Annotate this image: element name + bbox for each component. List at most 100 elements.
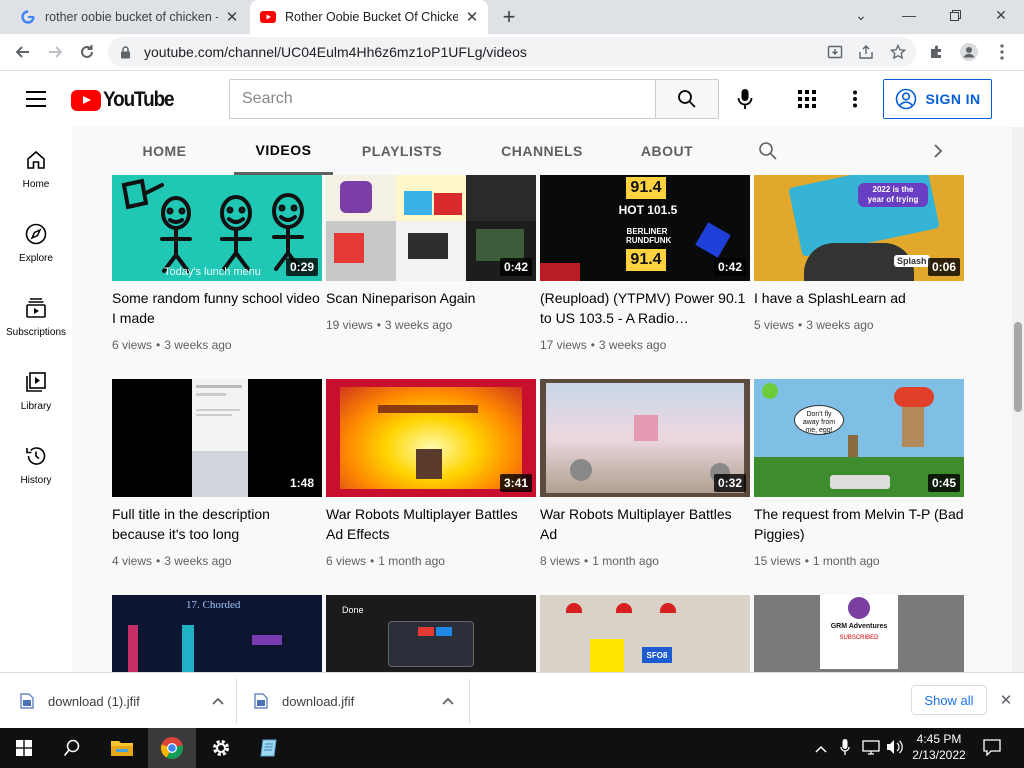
hamburger-menu-icon[interactable] xyxy=(26,91,46,107)
search-input[interactable]: Search xyxy=(229,79,656,119)
video-thumbnail[interactable]: 1:48 xyxy=(112,379,322,497)
lock-icon xyxy=(120,45,134,59)
restore-icon[interactable] xyxy=(932,0,978,30)
minimize-icon[interactable]: — xyxy=(886,0,932,30)
download-filename: download.jfif xyxy=(282,693,355,709)
notepad-app-icon[interactable] xyxy=(245,728,293,768)
tab-search-chevron-icon[interactable]: ⌄ xyxy=(838,0,884,30)
browser-menu-kebab-icon[interactable] xyxy=(993,43,1011,61)
video-age: 1 month ago xyxy=(592,554,659,568)
voice-search-mic-icon[interactable] xyxy=(733,87,757,111)
reload-icon[interactable] xyxy=(75,40,99,64)
sidebar-item-library[interactable]: Library xyxy=(0,355,72,429)
settings-kebab-icon[interactable] xyxy=(843,87,867,111)
share-icon[interactable] xyxy=(857,43,875,61)
scrollbar-thumb[interactable] xyxy=(1014,322,1022,412)
new-tab-button[interactable]: + xyxy=(497,4,521,29)
chevron-right-icon[interactable] xyxy=(928,127,948,175)
page-scrollbar[interactable] xyxy=(1012,127,1024,672)
address-bar[interactable]: youtube.com/channel/UC04Eulm4Hh6z6mz1oP1… xyxy=(108,37,916,67)
youtube-logo[interactable]: YouTube xyxy=(71,88,181,112)
video-meta: 15 views • 1 month ago xyxy=(754,554,880,568)
sidebar-item-history[interactable]: History xyxy=(0,429,72,503)
video-duration: 0:42 xyxy=(499,258,532,276)
video-views: 19 views xyxy=(326,318,373,332)
videos-grid: Today's lunch menu 0:29 Some random funn… xyxy=(72,175,1012,672)
install-app-icon[interactable] xyxy=(826,43,844,61)
video-age: 3 weeks ago xyxy=(806,318,874,332)
tab-close-icon[interactable]: ✕ xyxy=(464,9,480,26)
channel-search-icon[interactable] xyxy=(754,127,782,175)
browser-tab-youtube[interactable]: Rother Oobie Bucket Of Chicken ✕ xyxy=(250,0,488,34)
video-thumbnail[interactable]: 2022 is the year of trying Splash 0:06 xyxy=(754,175,964,281)
video-title[interactable]: Some random funny school video I made xyxy=(112,288,322,328)
video-title[interactable]: The request from Melvin T-P (Bad Piggies… xyxy=(754,504,964,544)
tab-videos[interactable]: VIDEOS xyxy=(234,127,333,175)
close-downloads-bar-icon[interactable]: ✕ xyxy=(998,692,1014,709)
sidebar-item-label: History xyxy=(20,475,52,486)
video-title[interactable]: Full title in the description because it… xyxy=(112,504,322,544)
youtube-apps-grid-icon[interactable] xyxy=(796,88,818,110)
video-thumbnail[interactable]: 3:41 xyxy=(326,379,536,497)
profile-avatar-icon[interactable] xyxy=(960,43,978,61)
download-item[interactable]: download.jfif xyxy=(254,681,466,721)
account-circle-icon xyxy=(895,88,916,110)
video-duration: 0:06 xyxy=(927,258,960,276)
tab-playlists[interactable]: PLAYLISTS xyxy=(352,127,452,175)
video-thumbnail[interactable]: 91.4 HOT 101.5 BERLINER RUNDFUNK 91.4 0:… xyxy=(540,175,750,281)
settings-gear-icon[interactable] xyxy=(197,728,245,768)
chevron-up-icon[interactable] xyxy=(442,693,454,708)
video-thumbnail[interactable]: Today's lunch menu 0:29 xyxy=(112,175,322,281)
file-image-icon xyxy=(254,693,268,709)
video-age: 3 weeks ago xyxy=(164,338,232,352)
video-title[interactable]: War Robots Multiplayer Battles Ad xyxy=(540,504,750,544)
sidebar-item-explore[interactable]: Explore xyxy=(0,207,72,281)
video-thumbnail[interactable]: SFO8 xyxy=(540,595,750,672)
action-center-icon[interactable] xyxy=(983,739,1001,761)
windows-start-icon[interactable] xyxy=(0,728,48,768)
clock-date: 2/13/2022 xyxy=(912,748,966,762)
video-title[interactable]: War Robots Multiplayer Battles Ad Effect… xyxy=(326,504,536,544)
video-title[interactable]: Scan Nineparison Again xyxy=(326,288,536,308)
file-explorer-icon[interactable] xyxy=(98,728,146,768)
extensions-puzzle-icon[interactable] xyxy=(928,43,946,61)
sidebar-item-home[interactable]: Home xyxy=(0,133,72,207)
video-thumbnail[interactable]: 0:42 xyxy=(326,175,536,281)
video-thumbnail[interactable]: GRM Adventures SUBSCRIBED xyxy=(754,595,964,672)
tab-about[interactable]: ABOUT xyxy=(632,127,702,175)
taskbar-clock[interactable]: 4:45 PM 2/13/2022 xyxy=(905,731,973,763)
search-button[interactable] xyxy=(655,79,719,119)
microphone-tray-icon[interactable] xyxy=(840,738,850,761)
show-hidden-icons-chevron-icon[interactable] xyxy=(815,740,827,758)
window-close-icon[interactable]: ✕ xyxy=(978,0,1024,30)
video-duration: 1:48 xyxy=(285,474,318,492)
sign-in-button[interactable]: SIGN IN xyxy=(883,79,992,119)
video-title[interactable]: I have a SplashLearn ad xyxy=(754,288,964,308)
tab-close-icon[interactable]: ✕ xyxy=(224,9,240,26)
forward-arrow-icon[interactable] xyxy=(43,40,67,64)
video-thumbnail[interactable]: Don't fly away from me, egg! 0:45 xyxy=(754,379,964,497)
back-arrow-icon[interactable] xyxy=(11,40,35,64)
thumbnail-text: RUNDFUNK xyxy=(626,236,672,245)
video-thumbnail[interactable]: 17. Chorded xyxy=(112,595,322,672)
show-all-downloads-button[interactable]: Show all xyxy=(911,685,987,715)
volume-tray-icon[interactable] xyxy=(886,739,904,760)
taskbar-search-icon[interactable] xyxy=(48,728,96,768)
video-title[interactable]: (Reupload) (YTPMV) Power 90.1 to US 103.… xyxy=(540,288,750,328)
chrome-taskbar-icon[interactable] xyxy=(148,728,196,768)
download-item[interactable]: download (1).jfif xyxy=(20,681,232,721)
bubble-text: me, egg! xyxy=(805,427,833,434)
browser-tab-google[interactable]: rother oobie bucket of chicken - ✕ xyxy=(10,0,248,34)
video-age: 3 weeks ago xyxy=(598,338,667,352)
tab-home[interactable]: HOME xyxy=(122,127,207,175)
network-tray-icon[interactable] xyxy=(862,739,880,760)
tab-channels[interactable]: CHANNELS xyxy=(492,127,592,175)
sidebar-item-subscriptions[interactable]: Subscriptions xyxy=(0,281,72,355)
video-duration: 0:29 xyxy=(285,258,318,276)
video-thumbnail[interactable]: 0:32 xyxy=(540,379,750,497)
file-image-icon xyxy=(20,693,34,709)
video-thumbnail[interactable]: Done xyxy=(326,595,536,672)
chevron-up-icon[interactable] xyxy=(212,693,224,708)
bookmark-star-icon[interactable] xyxy=(889,43,907,61)
clock-time: 4:45 PM xyxy=(916,732,962,746)
